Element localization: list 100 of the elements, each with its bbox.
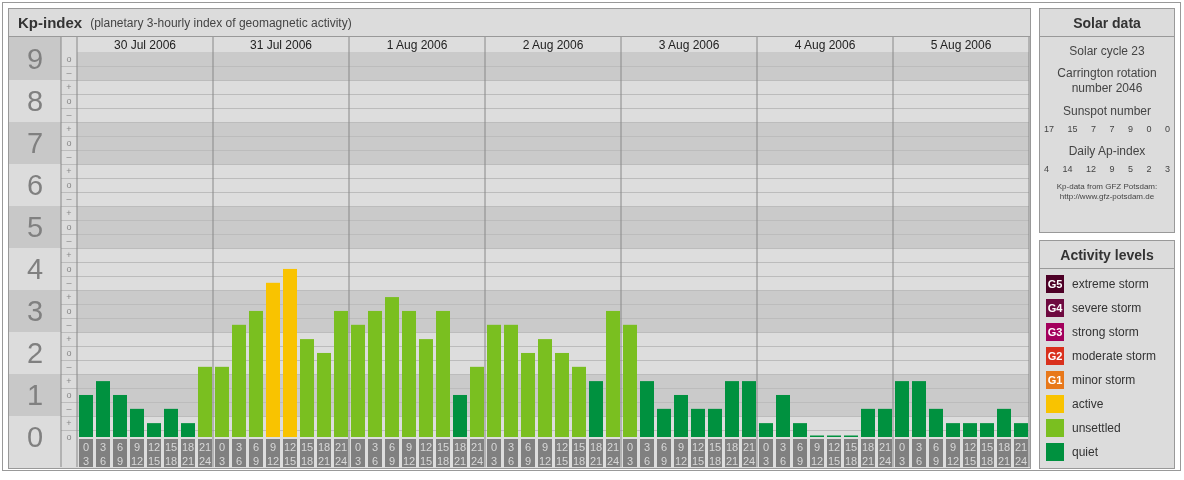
hour-label: 15 18: [708, 439, 722, 467]
hour-label: 21 24: [470, 439, 484, 467]
date-header: 5 Aug 2006: [930, 38, 992, 52]
hour-label: 12 15: [283, 439, 297, 467]
hour-label: 21 24: [334, 439, 348, 467]
data-source-note: Kp-data from GFZ Potsdam:: [1056, 182, 1158, 192]
scale-mark: –: [66, 236, 72, 246]
kp-bar: [997, 408, 1011, 437]
scale-mark: o: [66, 432, 72, 442]
scale-mark: –: [66, 320, 72, 330]
kp-scale-label: 3: [26, 294, 44, 327]
hour-label: 3 6: [504, 439, 518, 467]
kp-bar: [96, 381, 110, 437]
hour-label: 0 3: [623, 439, 637, 467]
date-header: 1 Aug 2006: [386, 38, 448, 52]
scale-mark: o: [66, 96, 72, 106]
hour-label: 6 9: [385, 439, 399, 467]
kp-bar: [759, 423, 773, 437]
hour-label: 18 21: [725, 439, 739, 467]
chart-subtitle: (planetary 3-hourly index of geomagnetic activity): [90, 15, 352, 30]
scale-mark: +: [66, 376, 72, 386]
kp-bar: [963, 423, 977, 437]
hour-label: 9 12: [130, 439, 144, 467]
kp-bar: [708, 408, 722, 437]
hour-label: 15 18: [844, 439, 858, 467]
ap-index-value: 9: [1109, 164, 1115, 174]
level-label: quiet: [1072, 445, 1099, 459]
kp-scale-label: 2: [26, 336, 44, 369]
ap-index-label: Daily Ap-index: [1068, 144, 1146, 158]
kp-bar: [589, 381, 603, 437]
scale-mark: +: [66, 208, 72, 218]
hour-label: 21 24: [1014, 439, 1028, 467]
level-swatch: G3: [1046, 323, 1064, 341]
kp-bar: [130, 408, 144, 437]
sunspot-value: 15: [1067, 124, 1078, 134]
kp-bar: [725, 381, 739, 437]
data-source-url: http://www.gfz-potsdam.de: [1059, 192, 1155, 202]
panel-title: Activity levels: [1040, 241, 1174, 269]
scale-mark: –: [66, 152, 72, 162]
hour-label: 21 24: [742, 439, 756, 467]
kp-bar: [79, 395, 93, 437]
hour-label: 3 6: [912, 439, 926, 467]
hour-label: 18 21: [589, 439, 603, 467]
scale-mark: o: [66, 222, 72, 232]
sunspot-value: 0: [1164, 124, 1170, 134]
date-header: 4 Aug 2006: [794, 38, 856, 52]
kp-bar: [470, 366, 484, 437]
carrington-rotation: Carrington rotation number 2046: [1056, 66, 1158, 96]
ap-index-value: 5: [1127, 164, 1133, 174]
hour-label: 0 3: [759, 439, 773, 467]
kp-scale-label: 5: [26, 210, 44, 243]
hour-label: 0 3: [487, 439, 501, 467]
date-header: 2 Aug 2006: [522, 38, 584, 52]
hour-label: 12 15: [555, 439, 569, 467]
panel-title: Solar data: [1040, 9, 1174, 37]
kp-bar: [1014, 423, 1028, 437]
scale-mark: o: [66, 390, 72, 400]
level-swatch: G5: [1046, 275, 1064, 293]
hour-label: 18 21: [453, 439, 467, 467]
scale-mark: –: [66, 110, 72, 120]
scale-mark: –: [66, 278, 72, 288]
hour-label: 12 15: [827, 439, 841, 467]
kp-scale-label: 0: [26, 421, 44, 453]
level-swatch: G4: [1046, 299, 1064, 317]
hour-label: 15 18: [572, 439, 586, 467]
date-header: 31 Jul 2006: [249, 38, 313, 52]
hour-label: 12 15: [963, 439, 977, 467]
scale-mark: o: [66, 348, 72, 358]
hour-label: 18 21: [861, 439, 875, 467]
kp-bar: [946, 423, 960, 437]
scale-mark: +: [66, 82, 72, 92]
hour-label: 9 12: [538, 439, 552, 467]
level-label: severe storm: [1072, 301, 1142, 315]
ap-index-value: 4: [1044, 164, 1049, 174]
scale-mark: +: [66, 292, 72, 302]
level-label: unsettled: [1072, 421, 1121, 435]
scale-mark: +: [66, 124, 72, 134]
kp-bar: [878, 408, 892, 437]
ap-index-value: 2: [1146, 164, 1152, 174]
scale-mark: o: [66, 138, 72, 148]
kp-bar: [895, 381, 909, 437]
scale-mark: +: [66, 334, 72, 344]
kp-scale-label: 1: [26, 379, 44, 411]
level-swatch: G1: [1046, 371, 1064, 389]
sunspot-value: 7: [1109, 124, 1115, 134]
kp-scale-label: 4: [26, 252, 44, 285]
hour-label: 12 15: [147, 439, 161, 467]
kp-bar: [181, 423, 195, 437]
kp-scale-label: 8: [26, 84, 44, 117]
hour-label: 15 18: [980, 439, 994, 467]
hour-label: 6 9: [929, 439, 943, 467]
hour-label: 6 9: [657, 439, 671, 467]
hour-label: 21 24: [198, 439, 212, 467]
hour-label: 6 9: [793, 439, 807, 467]
hour-label: 3 6: [368, 439, 382, 467]
kp-bar: [640, 381, 654, 437]
hour-label: 18 21: [181, 439, 195, 467]
sunspot-value: 0: [1146, 124, 1152, 134]
kp-bar: [572, 366, 586, 437]
hour-label: 3 6: [96, 439, 110, 467]
